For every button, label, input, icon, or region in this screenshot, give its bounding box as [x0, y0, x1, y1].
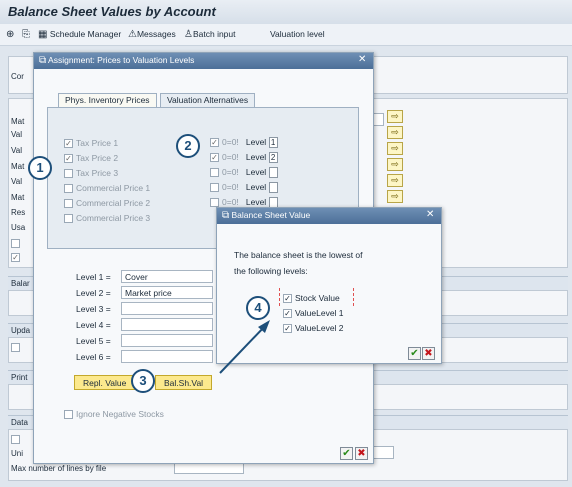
callout-arrow: [219, 320, 270, 374]
callout-badge-3: 3: [131, 369, 155, 393]
callout-badge-4: 4: [246, 296, 270, 320]
callout-badge-1: 1: [28, 156, 52, 180]
callout-badge-2: 2: [176, 134, 200, 158]
